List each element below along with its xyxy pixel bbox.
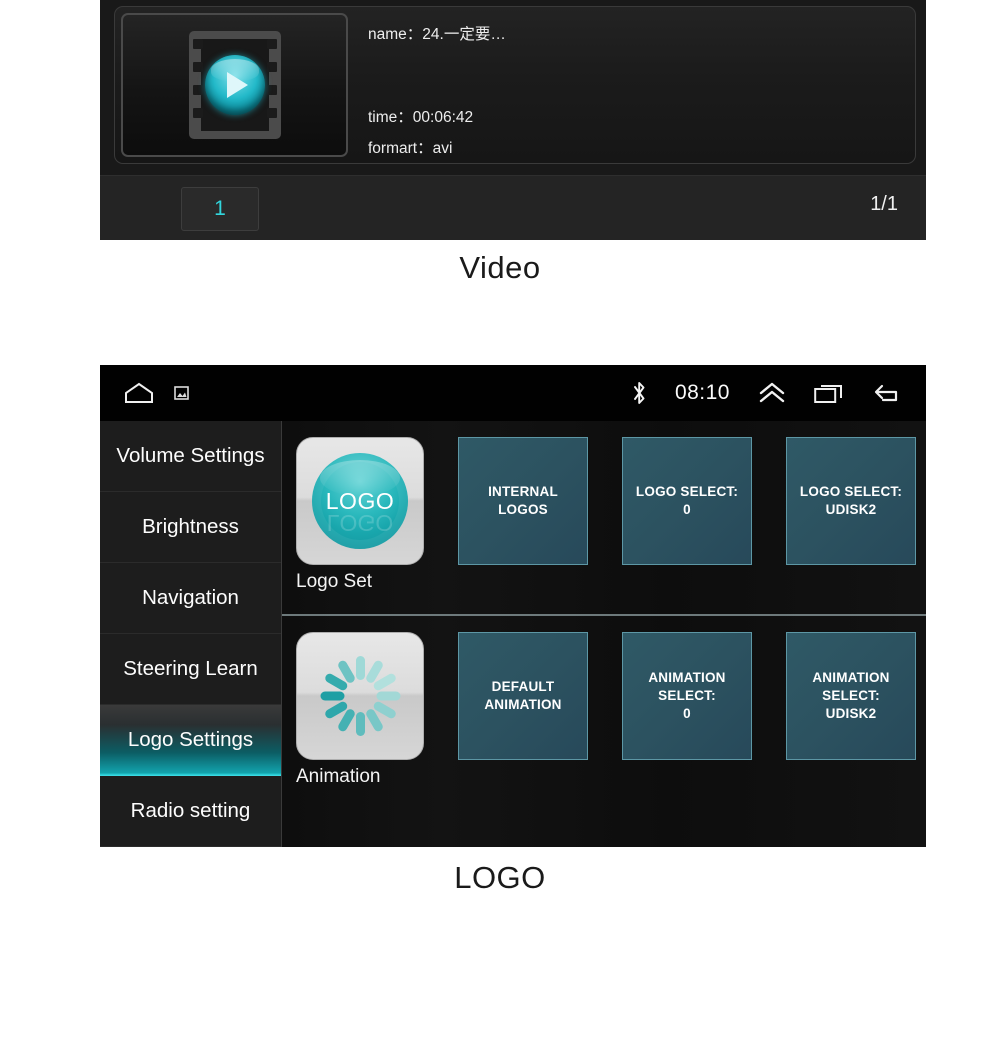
video-list-item[interactable]: name：24.一定要… time：00:06:42 formart：avi <box>114 6 916 164</box>
caption-video: Video <box>459 250 541 285</box>
home-icon[interactable] <box>124 382 154 404</box>
caption-logo: LOGO <box>454 860 546 895</box>
video-pagination-bar: 1 1/1 <box>100 175 926 240</box>
sidebar-item-label: Brightness <box>142 515 239 538</box>
animation-label: Animation <box>296 766 381 787</box>
bluetooth-icon <box>632 381 647 405</box>
android-status-bar: 08:10 <box>100 365 926 421</box>
video-metadata: name：24.一定要… time：00:06:42 formart：avi <box>348 13 909 157</box>
video-screen: name：24.一定要… time：00:06:42 formart：avi 1… <box>100 0 926 240</box>
default-animation-tile[interactable]: DEFAULT ANIMATION <box>458 632 588 760</box>
sidebar-item-label: Steering Learn <box>123 657 258 680</box>
page-root: name：24.一定要… time：00:06:42 formart：avi 1… <box>0 0 1000 1038</box>
status-bar-right-group: 08:10 <box>632 365 904 421</box>
logo-set-tiles: LOGO LOGO Logo Set INTERNAL LOGOS LOGO S… <box>282 421 926 593</box>
video-format-label: formart： <box>368 140 433 157</box>
logo-set-row: LOGO LOGO Logo Set INTERNAL LOGOS LOGO S… <box>282 421 926 614</box>
back-arrow-icon[interactable] <box>874 382 904 404</box>
sidebar-item-label: Logo Settings <box>127 728 254 751</box>
animation-select-internal-tile[interactable]: ANIMATION SELECT: 0 <box>622 632 752 760</box>
spinner-icon <box>318 654 402 738</box>
video-time-label: time： <box>368 109 413 126</box>
sidebar-item-volume-settings[interactable]: Volume Settings <box>100 421 281 492</box>
video-time-value: 00:06:42 <box>412 109 474 126</box>
logo-set-label: Logo Set <box>296 571 373 592</box>
video-thumbnail[interactable] <box>121 13 348 157</box>
sidebar-item-navigation[interactable]: Navigation <box>100 563 281 634</box>
sidebar-item-logo-settings[interactable]: Logo Settings <box>100 705 281 776</box>
animation-row: Animation DEFAULT ANIMATION ANIMATION SELE… <box>282 616 926 847</box>
sidebar-item-label: Volume Settings <box>116 444 265 467</box>
logo-select-udisk2-tile[interactable]: LOGO SELECT: UDISK2 <box>786 437 916 565</box>
sidebar-item-radio-setting[interactable]: Radio setting <box>100 776 281 847</box>
video-name-label: name： <box>368 26 423 43</box>
video-name-row: name：24.一定要… <box>368 26 506 45</box>
logo-badge-icon: LOGO LOGO <box>312 453 408 549</box>
animation-app[interactable]: Animation <box>296 632 424 788</box>
video-list-area: name：24.一定要… time：00:06:42 formart：avi <box>100 0 926 175</box>
sidebar-item-label: Navigation <box>142 586 239 609</box>
status-bar-clock: 08:10 <box>674 381 730 404</box>
sidebar-item-label: Radio setting <box>130 799 251 822</box>
video-time-row: time：00:06:42 <box>368 109 473 128</box>
logo-settings-content: LOGO LOGO Logo Set INTERNAL LOGOS LOGO S… <box>282 421 926 847</box>
animation-select-udisk2-tile[interactable]: ANIMATION SELECT: UDISK2 <box>786 632 916 760</box>
animation-icon[interactable] <box>296 632 424 760</box>
settings-sidebar: Volume Settings Brightness Navigation St… <box>100 421 282 847</box>
page-button-1[interactable]: 1 <box>181 187 259 231</box>
logo-badge-reflection: LOGO <box>326 510 394 536</box>
sidebar-item-brightness[interactable]: Brightness <box>100 492 281 563</box>
logo-settings-screen: 08:10 Volume Settings Brightness Navigat… <box>100 365 926 847</box>
logo-screen-body: Volume Settings Brightness Navigation St… <box>100 421 926 847</box>
sidebar-item-steering-learn[interactable]: Steering Learn <box>100 634 281 705</box>
screenshot-icon[interactable] <box>174 386 189 400</box>
internal-logos-tile[interactable]: INTERNAL LOGOS <box>458 437 588 565</box>
recent-apps-icon[interactable] <box>814 382 846 404</box>
animation-tiles: Animation DEFAULT ANIMATION ANIMATION SELE… <box>282 616 926 788</box>
page-count-indicator: 1/1 <box>870 193 898 215</box>
chevron-double-up-icon[interactable] <box>758 381 786 405</box>
logo-select-internal-tile[interactable]: LOGO SELECT: 0 <box>622 437 752 565</box>
status-bar-left-group <box>100 382 189 404</box>
video-format-row: formart：avi <box>368 140 452 159</box>
video-format-value: avi <box>432 140 453 157</box>
video-name-value: 24.一定要… <box>422 26 506 43</box>
play-icon <box>204 55 265 115</box>
logo-set-app[interactable]: LOGO LOGO Logo Set <box>296 437 424 593</box>
video-film-play-icon <box>175 31 295 139</box>
logo-set-icon[interactable]: LOGO LOGO <box>296 437 424 565</box>
